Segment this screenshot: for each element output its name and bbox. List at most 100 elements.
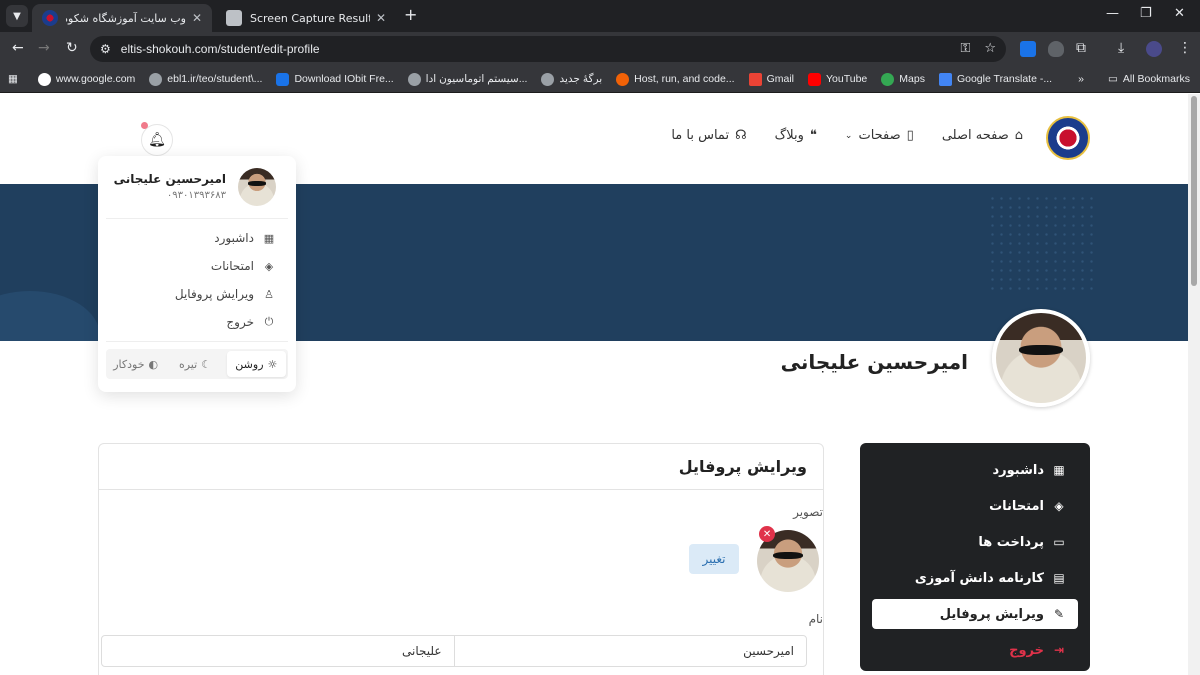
main-nav: ⌂ صفحه اصلی ▯ صفحات ⌄ ❝ وبلاگ ☊ تماس با ما bbox=[671, 128, 1023, 143]
chevron-down-icon: ⌄ bbox=[844, 130, 853, 141]
dropdown-item-edit-profile[interactable]: ♙ ویرایش پروفایل bbox=[175, 285, 276, 303]
bookmark-item[interactable]: سیستم اتوماسیون ادا... bbox=[407, 72, 527, 86]
nav-blog[interactable]: ❝ وبلاگ bbox=[775, 128, 817, 143]
theme-auto-button[interactable]: ◐ خودکار bbox=[106, 351, 165, 377]
google-icon bbox=[37, 72, 51, 86]
user-dropdown-menu: امیرحسین علیجانی ۰۹۳۰۱۳۹۳۶۸۳ ▦ داشبورد ◈ ا… bbox=[98, 156, 296, 392]
maps-pin-icon bbox=[881, 72, 895, 86]
dropdown-item-dashboard[interactable]: ▦ داشبورد bbox=[214, 229, 276, 247]
theme-dark-button[interactable]: ☾ تیره bbox=[165, 351, 224, 377]
sidebar-item-exams[interactable]: ◈ امتحانات bbox=[872, 491, 1078, 521]
nav-contact[interactable]: ☊ تماس با ما bbox=[671, 128, 746, 143]
close-icon[interactable]: ✕ bbox=[192, 11, 202, 25]
bookmark-item[interactable]: Maps bbox=[881, 72, 925, 86]
card-title: ویرایش پروفایل bbox=[99, 444, 823, 490]
banner-shape bbox=[0, 291, 100, 341]
bookmark-label: برگهٔ جدید bbox=[559, 73, 603, 85]
nav-pages[interactable]: ▯ صفحات ⌄ bbox=[845, 128, 914, 143]
profile-avatar-icon[interactable] bbox=[1146, 41, 1162, 57]
moon-icon: ☾ bbox=[201, 357, 212, 371]
bookmark-item[interactable]: YouTube bbox=[808, 72, 867, 86]
bell-icon: 🔔︎ bbox=[148, 132, 166, 148]
nav-home-label: صفحه اصلی bbox=[941, 128, 1009, 143]
dropdown-item-label: خروج bbox=[226, 315, 254, 329]
site-logo[interactable] bbox=[1046, 116, 1090, 160]
name-fields: امیرحسین علیجانی bbox=[101, 635, 807, 667]
close-window-button[interactable]: ✕ bbox=[1174, 6, 1185, 21]
replit-icon bbox=[616, 72, 630, 86]
shield-icon[interactable] bbox=[1048, 41, 1064, 57]
minimize-button[interactable]: — bbox=[1106, 6, 1119, 21]
bookmark-item[interactable]: ebl1.ir/teo/student\... bbox=[149, 72, 263, 86]
divider bbox=[106, 218, 288, 219]
edit-icon: ✎ bbox=[1053, 607, 1065, 621]
sidebar-item-payments[interactable]: ▭ پرداخت ها bbox=[872, 527, 1078, 557]
logout-icon: ⇥ bbox=[1053, 643, 1065, 657]
bookmark-item[interactable]: Gmail bbox=[748, 72, 794, 86]
page-scrollbar[interactable] bbox=[1188, 94, 1200, 675]
remove-image-button[interactable]: ✕ bbox=[759, 526, 775, 542]
reload-icon[interactable]: ↻ bbox=[66, 40, 78, 56]
tab-inactive[interactable]: Screen Capture Result ✕ bbox=[216, 4, 396, 32]
sidebar-item-report-card[interactable]: ▤ کارنامه دانش آموزی bbox=[872, 563, 1078, 593]
close-icon[interactable]: ✕ bbox=[376, 11, 386, 25]
camera-icon bbox=[226, 10, 242, 26]
bookmark-star-icon[interactable]: ☆ bbox=[984, 41, 996, 56]
grid-icon: ▦ bbox=[263, 231, 275, 245]
theme-label: خودکار bbox=[113, 357, 145, 371]
contrast-icon: ◐ bbox=[148, 357, 159, 371]
nav-home[interactable]: ⌂ صفحه اصلی bbox=[942, 128, 1023, 143]
extension-m-icon[interactable] bbox=[1020, 41, 1036, 57]
bookmark-label: Google Translate -... bbox=[956, 73, 1053, 85]
theme-label: روشن bbox=[235, 357, 264, 371]
theme-label: تیره bbox=[178, 357, 198, 371]
all-bookmarks-label: All Bookmarks bbox=[1122, 73, 1190, 85]
more-bookmarks-chevron-icon[interactable]: » bbox=[1078, 73, 1084, 85]
forward-icon[interactable]: → bbox=[38, 40, 50, 56]
bookmark-item[interactable]: Host, run, and code... bbox=[616, 72, 735, 86]
extensions-puzzle-icon[interactable]: ⧉ bbox=[1076, 40, 1086, 56]
dropdown-item-label: امتحانات bbox=[210, 259, 254, 273]
maximize-button[interactable]: ❐ bbox=[1140, 6, 1152, 21]
tab-title: وب سایت آموزشگاه شکوه دماوند bbox=[66, 11, 186, 25]
scrollbar-thumb[interactable] bbox=[1191, 96, 1197, 286]
tab-active[interactable]: وب سایت آموزشگاه شکوه دماوند ✕ bbox=[32, 4, 212, 32]
globe-icon bbox=[149, 72, 163, 86]
theme-switcher: ☼ روشن ☾ تیره ◐ خودکار bbox=[106, 349, 288, 379]
card-icon: ▭ bbox=[1053, 535, 1065, 549]
bookmark-label: ebl1.ir/teo/student\... bbox=[167, 73, 263, 85]
dropdown-item-exams[interactable]: ◈ امتحانات bbox=[211, 257, 276, 275]
first-name-field[interactable]: امیرحسین bbox=[455, 636, 807, 666]
password-key-icon[interactable]: ⚿ bbox=[960, 41, 970, 56]
bookmark-label: Download IObit Fre... bbox=[294, 73, 394, 85]
bookmark-item[interactable]: Google Translate -... bbox=[938, 72, 1053, 86]
bookmark-item[interactable]: برگهٔ جدید bbox=[541, 72, 603, 86]
new-tab-button[interactable]: + bbox=[404, 5, 417, 24]
back-icon[interactable]: ← bbox=[12, 40, 24, 56]
last-name-field[interactable]: علیجانی bbox=[102, 636, 455, 666]
sidebar-item-label: خروج bbox=[1009, 642, 1044, 658]
tab-search-button[interactable]: ▼ bbox=[6, 5, 28, 27]
bookmark-item[interactable]: www.google.com bbox=[37, 72, 135, 86]
dropdown-item-logout[interactable]: ⏻ خروج bbox=[226, 313, 276, 331]
site-info-icon[interactable]: ⚙ bbox=[100, 42, 111, 56]
nav-pages-label: صفحات bbox=[858, 128, 901, 143]
menu-kebab-icon[interactable]: ⋮ bbox=[1178, 40, 1192, 56]
all-bookmarks-button[interactable]: ▭ All Bookmarks bbox=[1108, 73, 1190, 85]
sidebar-item-logout[interactable]: ⇥ خروج bbox=[872, 635, 1078, 665]
nav-contact-label: تماس با ما bbox=[671, 128, 730, 143]
sidebar-item-dashboard[interactable]: ▦ داشبورد bbox=[872, 455, 1078, 485]
download-icon[interactable]: ⤓ bbox=[1118, 40, 1124, 56]
sidebar-item-edit-profile[interactable]: ✎ ویرایش پروفایل bbox=[872, 599, 1078, 629]
bookmark-item[interactable]: Download IObit Fre... bbox=[276, 72, 394, 86]
apps-grid-icon[interactable]: ▦ bbox=[8, 73, 18, 85]
address-bar[interactable]: ⚙ eltis-shokouh.com/student/edit-profile… bbox=[90, 36, 1006, 62]
change-image-button[interactable]: تغییر bbox=[689, 544, 739, 574]
headset-icon: ☊ bbox=[735, 128, 747, 143]
theme-light-button[interactable]: ☼ روشن bbox=[226, 351, 286, 377]
name-label: نام bbox=[808, 612, 823, 626]
notifications-button[interactable]: 🔔︎ bbox=[141, 124, 173, 156]
web-page: ⌂ صفحه اصلی ▯ صفحات ⌄ ❝ وبلاگ ☊ تماس با ما 🔔︎… bbox=[0, 94, 1188, 675]
url-text: eltis-shokouh.com/student/edit-profile bbox=[120, 42, 320, 56]
bookmark-label: Gmail bbox=[766, 73, 794, 85]
